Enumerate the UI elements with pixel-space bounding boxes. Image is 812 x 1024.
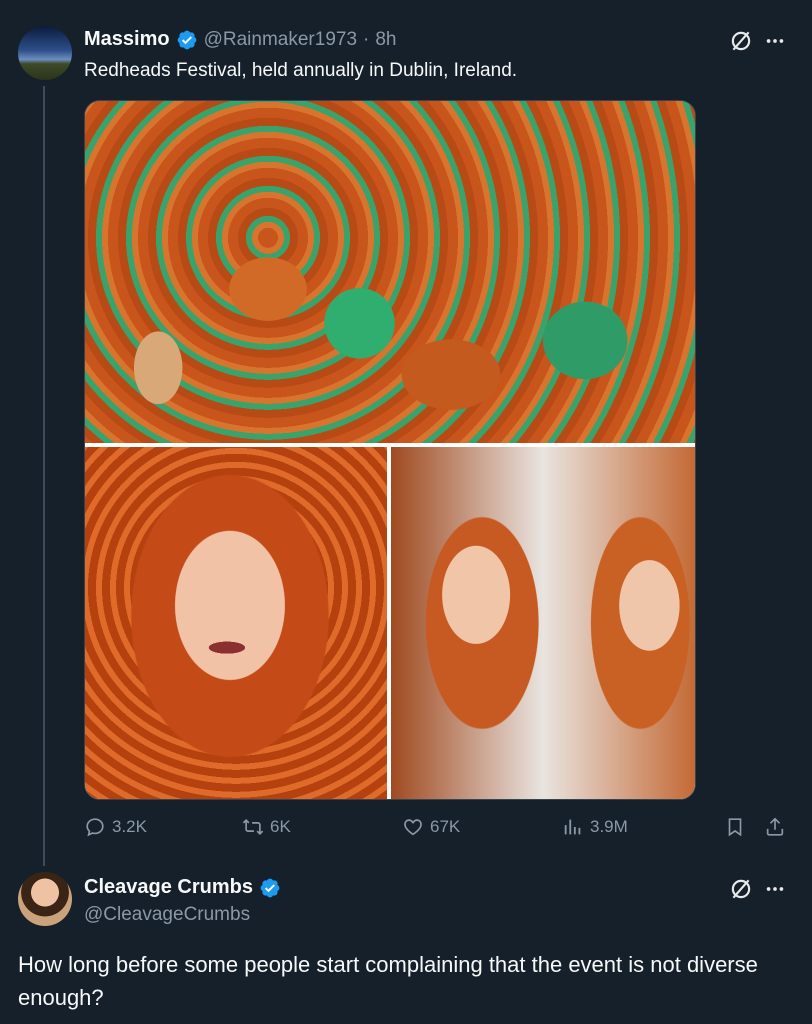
repost-button[interactable]: 6K [242, 816, 291, 838]
more-icon[interactable] [764, 30, 786, 52]
media-photo-crowd[interactable] [85, 101, 695, 443]
author-avatar[interactable] [18, 26, 72, 80]
repost-count: 6K [270, 817, 291, 836]
tweet-time[interactable]: 8h [375, 29, 396, 51]
tweet-text: Redheads Festival, held annually in Dubl… [84, 60, 518, 81]
grok-icon[interactable] [728, 28, 754, 54]
thread-line [43, 86, 45, 866]
verified-badge-icon [260, 878, 280, 897]
reply-author-name[interactable]: Cleavage Crumbs [84, 876, 253, 899]
media-photo-two-redheads[interactable] [391, 447, 695, 799]
reply-text: How long before some people start compla… [18, 952, 758, 1010]
more-icon[interactable] [764, 878, 786, 900]
reply-icon [86, 818, 104, 837]
like-button[interactable]: 67K [402, 816, 460, 838]
separator-dot: · [363, 28, 370, 50]
views-button[interactable]: 3.9M [562, 816, 628, 838]
like-icon [404, 819, 422, 836]
tweet-media-grid[interactable] [84, 100, 696, 800]
like-count: 67K [430, 817, 461, 836]
author-name[interactable]: Massimo [84, 28, 170, 51]
reply-author-handle[interactable]: @CleavageCrumbs [84, 904, 250, 926]
media-photo-curly-redhead[interactable] [85, 447, 387, 799]
reply-button[interactable]: 3.2K [84, 816, 147, 838]
bookmark-icon[interactable] [724, 816, 746, 838]
views-count: 3.9M [590, 817, 628, 836]
verified-badge-icon [177, 30, 196, 49]
share-icon[interactable] [764, 816, 786, 838]
author-handle[interactable]: @Rainmaker1973 [204, 29, 357, 51]
grok-icon[interactable] [728, 876, 754, 902]
views-icon [564, 819, 581, 835]
tweet-header: Massimo @Rainmaker1973 · 8h [84, 28, 396, 51]
reply-count: 3.2K [112, 817, 147, 836]
reply-header: Cleavage Crumbs [84, 876, 281, 899]
repost-icon [242, 818, 264, 836]
reply-author-avatar[interactable] [18, 872, 72, 926]
